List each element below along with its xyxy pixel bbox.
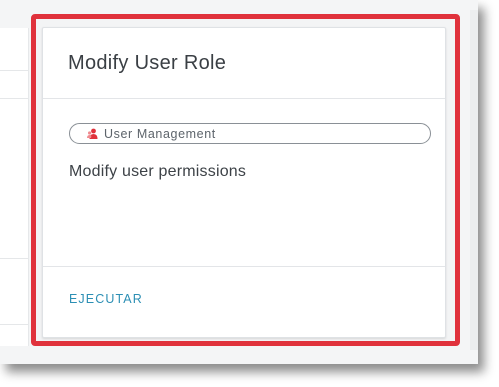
card-description: Modify user permissions: [69, 163, 247, 180]
category-badge: User Management: [69, 123, 431, 144]
card-header: Modify User Role: [43, 28, 445, 99]
action-card: Modify User Role User Management Modify …: [42, 27, 446, 338]
background-divider: [0, 324, 28, 325]
card-body: User Management Modify user permissions: [43, 99, 445, 267]
user-management-icon: [87, 128, 98, 140]
category-label: User Management: [104, 126, 216, 141]
background-list-panel: [0, 28, 29, 346]
background-divider: [0, 70, 28, 71]
execute-button[interactable]: EJECUTAR: [69, 292, 143, 306]
background-scroll-area: [470, 10, 478, 350]
card-footer: EJECUTAR: [43, 267, 445, 308]
background-divider: [0, 98, 28, 99]
card-title: Modify User Role: [68, 51, 227, 74]
background-divider: [0, 258, 28, 259]
